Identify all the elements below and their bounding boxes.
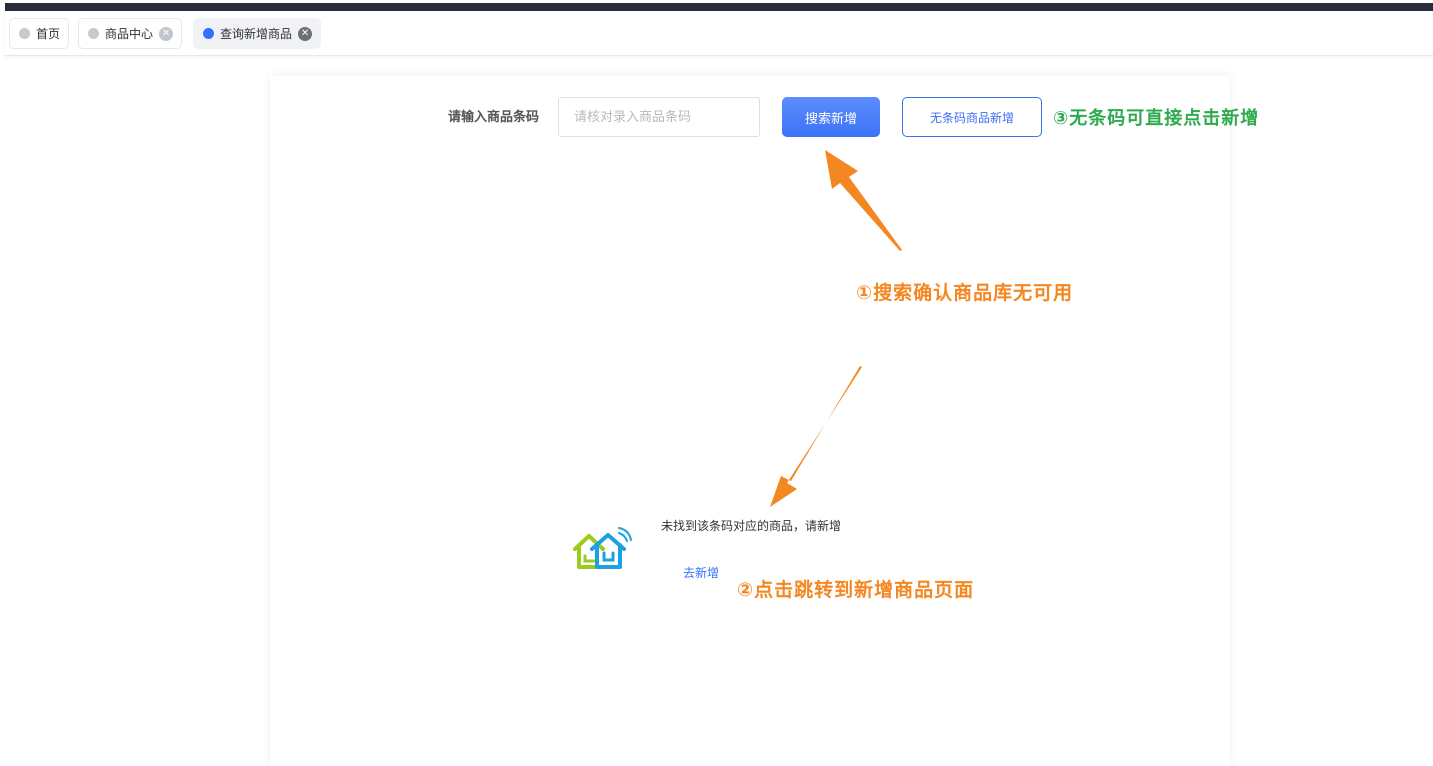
close-icon[interactable]: ✕: [298, 26, 313, 41]
annotation-step2: ②点击跳转到新增商品页面: [737, 579, 975, 601]
barcode-input[interactable]: [558, 97, 760, 137]
tab-status-dot-icon: [88, 28, 99, 39]
tab-home[interactable]: 首页: [9, 18, 70, 49]
annotation-step1: ①搜索确认商品库无可用: [856, 282, 1074, 304]
close-icon[interactable]: ✕: [159, 26, 174, 41]
annotation-step3: ③无条码可直接点击新增: [1053, 108, 1260, 129]
tab-product-center[interactable]: 商品中心 ✕: [78, 18, 183, 49]
tab-label: 查询新增商品: [220, 27, 293, 41]
go-add-link[interactable]: 去新增: [683, 564, 719, 581]
tab-status-dot-icon: [203, 28, 214, 39]
main-card: [270, 76, 1230, 766]
tab-label: 首页: [36, 27, 61, 41]
tabs-bar: 首页 商品中心 ✕ 查询新增商品 ✕: [5, 11, 1433, 56]
top-header-bar: [5, 3, 1433, 11]
store-logo-icon: [573, 527, 632, 569]
search-add-button[interactable]: 搜索新增: [782, 97, 880, 137]
tab-status-dot-icon: [19, 28, 30, 39]
tab-label: 商品中心: [105, 27, 154, 41]
no-barcode-add-button[interactable]: 无条码商品新增: [902, 97, 1042, 137]
tab-query-add-product[interactable]: 查询新增商品 ✕: [193, 18, 322, 49]
empty-state-message: 未找到该条码对应的商品，请新增: [661, 519, 842, 533]
barcode-field-label: 请输入商品条码: [448, 110, 540, 125]
